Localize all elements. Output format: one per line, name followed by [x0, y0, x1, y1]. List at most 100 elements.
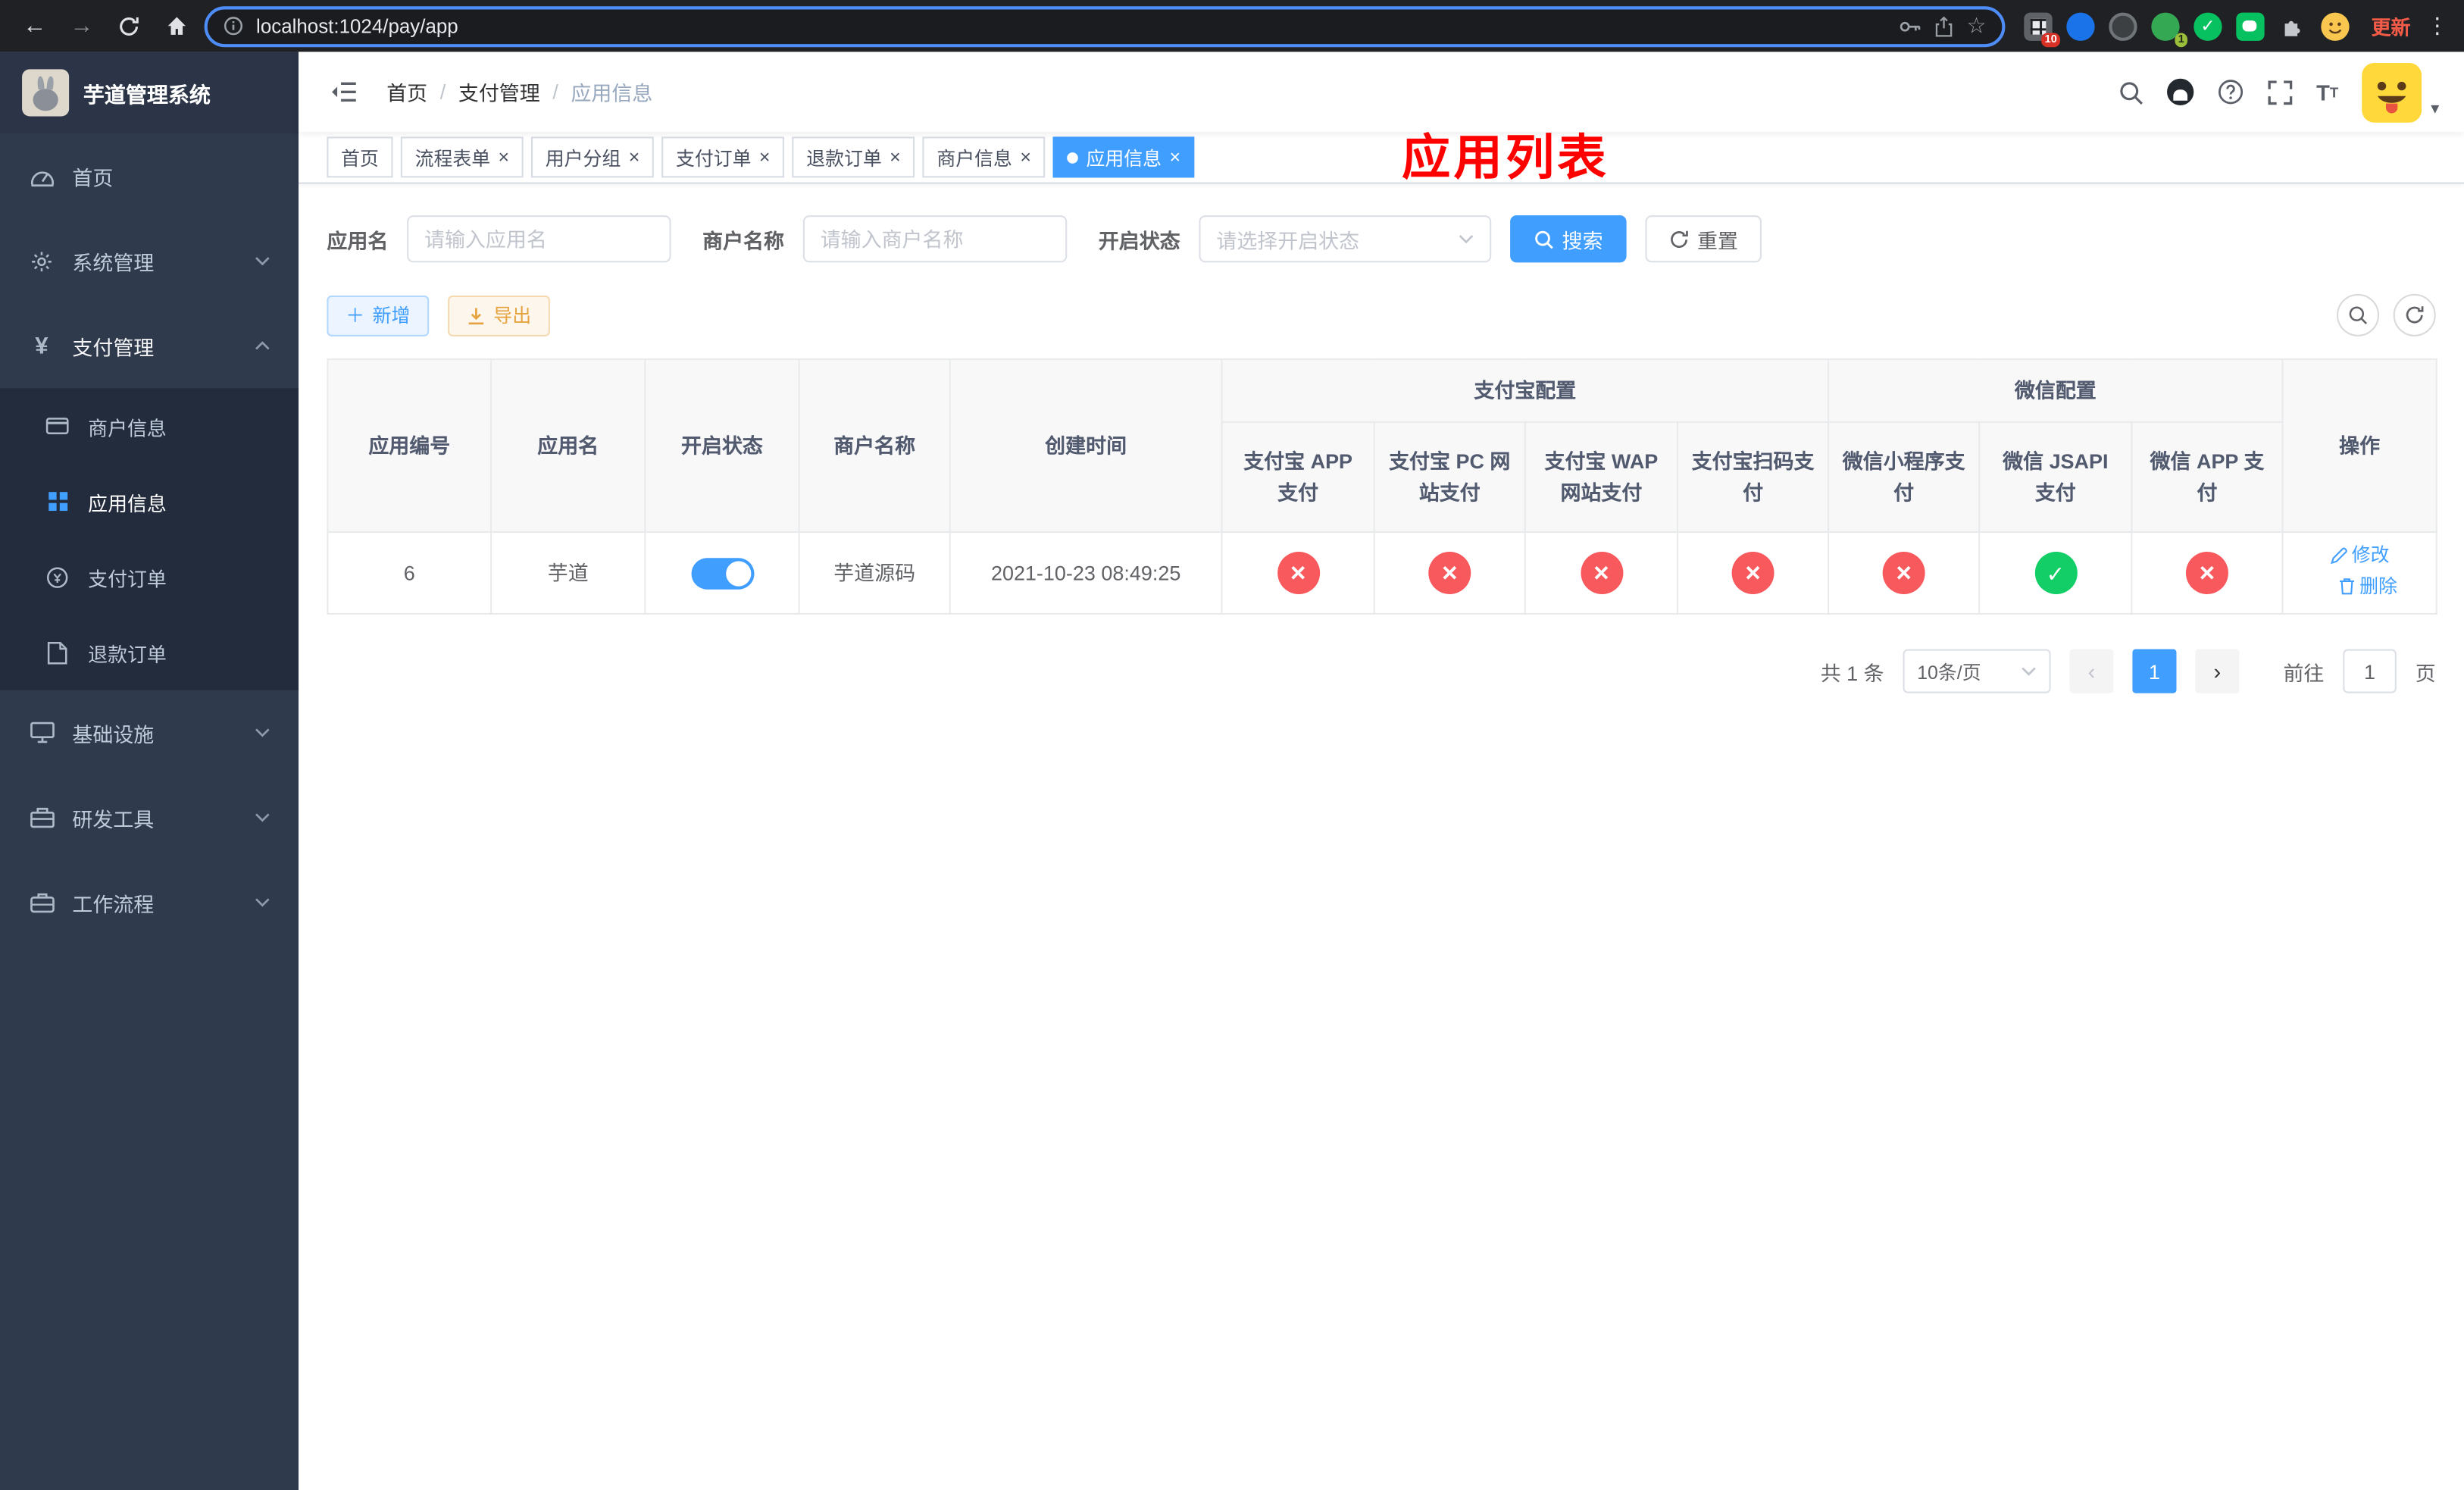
extension-chat-icon[interactable] [2236, 11, 2265, 40]
sidebar-item-label: 工作流程 [72, 891, 155, 916]
back-icon[interactable]: ← [16, 7, 54, 45]
wechat-jsapi-status-icon [2034, 551, 2077, 594]
add-button[interactable]: ＋ 新增 [327, 294, 430, 336]
next-page-button[interactable]: › [2195, 649, 2240, 693]
sidebar-item-refund-orders[interactable]: 退款订单 [0, 615, 299, 690]
goto-page-input[interactable] [2343, 649, 2397, 693]
user-avatar[interactable] [2362, 61, 2422, 122]
sidebar-item-payment[interactable]: ¥ 支付管理 [0, 303, 299, 388]
cell-app-id: 6 [327, 531, 492, 615]
url-text[interactable]: localhost:1024/pay/app [256, 15, 1887, 37]
app-name-input[interactable] [407, 215, 671, 263]
logo-row[interactable]: 芋道管理系统 [0, 52, 299, 134]
github-icon[interactable] [2167, 78, 2194, 105]
breadcrumb-section[interactable]: 支付管理 [458, 77, 540, 107]
help-icon[interactable] [2217, 79, 2244, 105]
toggle-search-button[interactable] [2337, 293, 2380, 337]
document-icon [44, 640, 70, 664]
search-button[interactable]: 搜索 [1510, 215, 1627, 263]
sidebar-item-system[interactable]: 系统管理 [0, 218, 299, 303]
app-title: 芋道管理系统 [83, 83, 211, 108]
sidebar-item-app-info[interactable]: 应用信息 [0, 464, 299, 540]
extension-dark-icon[interactable] [2109, 11, 2137, 40]
sidebar-item-home[interactable]: 首页 [0, 133, 299, 218]
sidebar-item-infrastructure[interactable]: 基础设施 [0, 690, 299, 775]
close-icon[interactable]: × [629, 148, 640, 167]
page-size-select[interactable]: 10条/页 [1903, 649, 2051, 693]
annotation-title: 应用列表 [1402, 130, 1609, 186]
cell-merchant: 芋道源码 [798, 531, 951, 615]
chrome-update-button[interactable]: 更新 [2372, 11, 2411, 41]
share-icon[interactable] [1935, 15, 1954, 37]
col-created: 创建时间 [949, 358, 1223, 534]
sidebar-item-pay-orders[interactable]: 支付订单 [0, 539, 299, 615]
fullscreen-icon[interactable] [2268, 80, 2293, 105]
breadcrumb-home[interactable]: 首页 [386, 77, 427, 107]
browser-menu-icon[interactable]: ⋮ [2426, 13, 2448, 39]
sidebar-toggle-icon[interactable] [321, 80, 367, 104]
merchant-name-input[interactable] [802, 215, 1068, 263]
breadcrumb-current: 应用信息 [571, 81, 653, 105]
extension-area: 10 1 ✓ [2024, 11, 2350, 47]
bookmark-star-icon[interactable]: ☆ [1966, 13, 1986, 39]
close-icon[interactable]: × [759, 148, 771, 167]
export-button[interactable]: 导出 [448, 294, 550, 336]
col-wechat-jsapi: 微信 JSAPI 支付 [1978, 421, 2133, 534]
edit-icon [2330, 546, 2347, 564]
sidebar-item-label: 首页 [72, 165, 114, 189]
tab-user-group[interactable]: 用户分组 × [531, 136, 654, 178]
extension-avatar-icon[interactable]: 1 [2151, 11, 2187, 47]
page-1-button[interactable]: 1 [2132, 649, 2177, 693]
app-table: 应用编号 应用名 开启状态 商户名称 创建时间 支付宝配置 微信配置 操作 支付… [327, 358, 2437, 615]
profile-face-icon[interactable] [2321, 11, 2350, 40]
tab-app-info[interactable]: 应用信息 × [1052, 136, 1195, 178]
prev-page-button[interactable]: ‹ [2069, 649, 2114, 693]
sidebar-item-workflow[interactable]: 工作流程 [0, 859, 299, 944]
sidebar-item-dev-tools[interactable]: 研发工具 [0, 775, 299, 859]
page-content: 应用名 商户名称 开启状态 请选择开启状态 搜索 [299, 184, 2464, 1490]
site-info-icon[interactable] [224, 16, 244, 36]
extension-grid-icon[interactable]: 10 [2024, 11, 2060, 47]
delete-link[interactable]: 删除 [2337, 572, 2397, 600]
close-icon[interactable]: × [890, 148, 901, 167]
dashboard-icon [28, 165, 55, 187]
tab-merchant-info[interactable]: 商户信息 × [922, 136, 1046, 178]
cell-app-name: 芋道 [490, 531, 646, 615]
col-status: 开启状态 [644, 358, 800, 534]
browser-chrome: ← → localhost:1024/pay/app ☆ 10 1 ✓ 更新 ⋮ [0, 0, 2464, 52]
extension-gem-icon[interactable] [2066, 11, 2095, 40]
password-key-icon[interactable] [1899, 17, 1922, 36]
col-app-name: 应用名 [490, 358, 646, 534]
merchant-name-label: 商户名称 [702, 228, 784, 252]
status-select[interactable]: 请选择开启状态 [1199, 215, 1492, 263]
chevron-down-icon [255, 897, 270, 907]
font-size-icon[interactable]: TT [2316, 80, 2338, 105]
forward-icon[interactable]: → [63, 7, 101, 45]
status-toggle[interactable] [690, 557, 754, 590]
chevron-down-icon [255, 256, 270, 266]
extensions-puzzle-icon[interactable] [2278, 12, 2306, 40]
tab-process-form[interactable]: 流程表单 × [400, 136, 524, 178]
sidebar-item-merchant-info[interactable]: 商户信息 [0, 388, 299, 464]
payment-submenu: 商户信息 应用信息 支付订单 退款订单 [0, 388, 299, 690]
extension-check-icon[interactable]: ✓ [2194, 11, 2222, 40]
app-name-label: 应用名 [327, 228, 389, 252]
reset-button[interactable]: 重置 [1645, 215, 1762, 263]
reload-icon[interactable] [110, 7, 148, 45]
pagination: 共 1 条 10条/页 ‹ 1 › 前往 页 [327, 649, 2436, 693]
edit-link[interactable]: 修改 [2330, 541, 2390, 569]
chevron-down-icon [255, 812, 270, 822]
close-icon[interactable]: × [1169, 148, 1180, 167]
tab-refund-orders[interactable]: 退款订单 × [792, 136, 915, 178]
tab-home[interactable]: 首页 [327, 136, 393, 178]
user-menu[interactable]: ▼ [2362, 61, 2442, 122]
sidebar-item-label: 支付管理 [72, 335, 155, 359]
close-icon[interactable]: × [499, 148, 510, 167]
home-icon[interactable] [157, 7, 195, 45]
refresh-table-button[interactable] [2393, 293, 2436, 337]
screen: ← → localhost:1024/pay/app ☆ 10 1 ✓ 更新 ⋮… [0, 0, 2464, 1490]
close-icon[interactable]: × [1020, 148, 1031, 167]
url-bar[interactable]: localhost:1024/pay/app ☆ [204, 5, 2006, 47]
tab-pay-orders[interactable]: 支付订单 × [661, 136, 785, 178]
header-search-icon[interactable] [2118, 80, 2143, 105]
